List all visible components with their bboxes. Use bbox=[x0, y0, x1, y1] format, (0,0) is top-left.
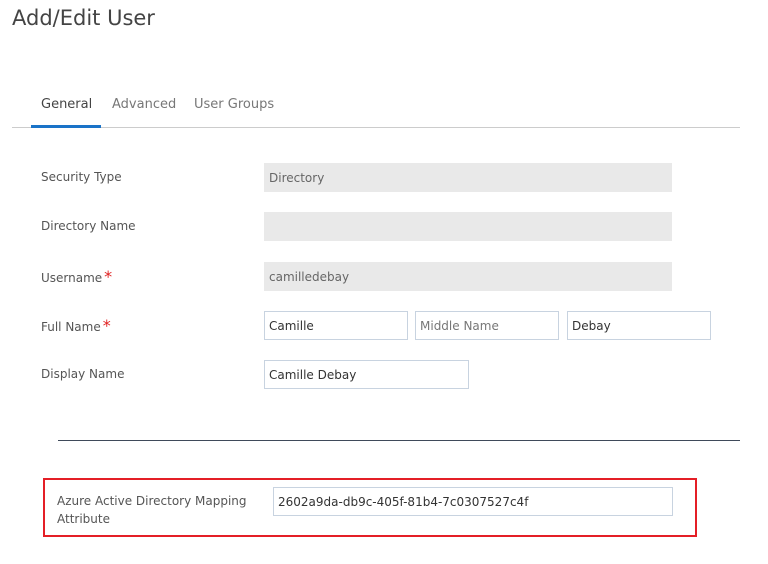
tab-user-groups[interactable]: User Groups bbox=[194, 97, 274, 112]
full-name-label: Full Name * bbox=[41, 316, 111, 335]
security-type-field bbox=[264, 163, 672, 192]
directory-name-field bbox=[264, 212, 672, 241]
tab-bar-divider bbox=[12, 127, 740, 128]
required-marker: * bbox=[104, 267, 113, 286]
tab-general[interactable]: General bbox=[41, 97, 92, 112]
section-divider bbox=[58, 440, 740, 441]
display-name-label: Display Name bbox=[41, 367, 125, 381]
tab-advanced[interactable]: Advanced bbox=[112, 97, 176, 112]
first-name-input[interactable] bbox=[264, 311, 408, 340]
active-tab-indicator bbox=[31, 125, 101, 128]
security-type-label: Security Type bbox=[41, 170, 122, 184]
directory-name-label: Directory Name bbox=[41, 219, 136, 233]
full-name-label-text: Full Name bbox=[41, 320, 101, 334]
display-name-input[interactable] bbox=[264, 360, 469, 389]
last-name-input[interactable] bbox=[567, 311, 711, 340]
username-label: Username * bbox=[41, 267, 112, 286]
username-field bbox=[264, 262, 672, 291]
page-title: Add/Edit User bbox=[12, 6, 155, 30]
username-label-text: Username bbox=[41, 271, 103, 285]
required-marker: * bbox=[102, 316, 111, 335]
middle-name-input[interactable] bbox=[415, 311, 559, 340]
azure-mapping-label: Azure Active Directory Mapping Attribute bbox=[57, 494, 247, 526]
azure-mapping-input[interactable] bbox=[273, 487, 673, 516]
